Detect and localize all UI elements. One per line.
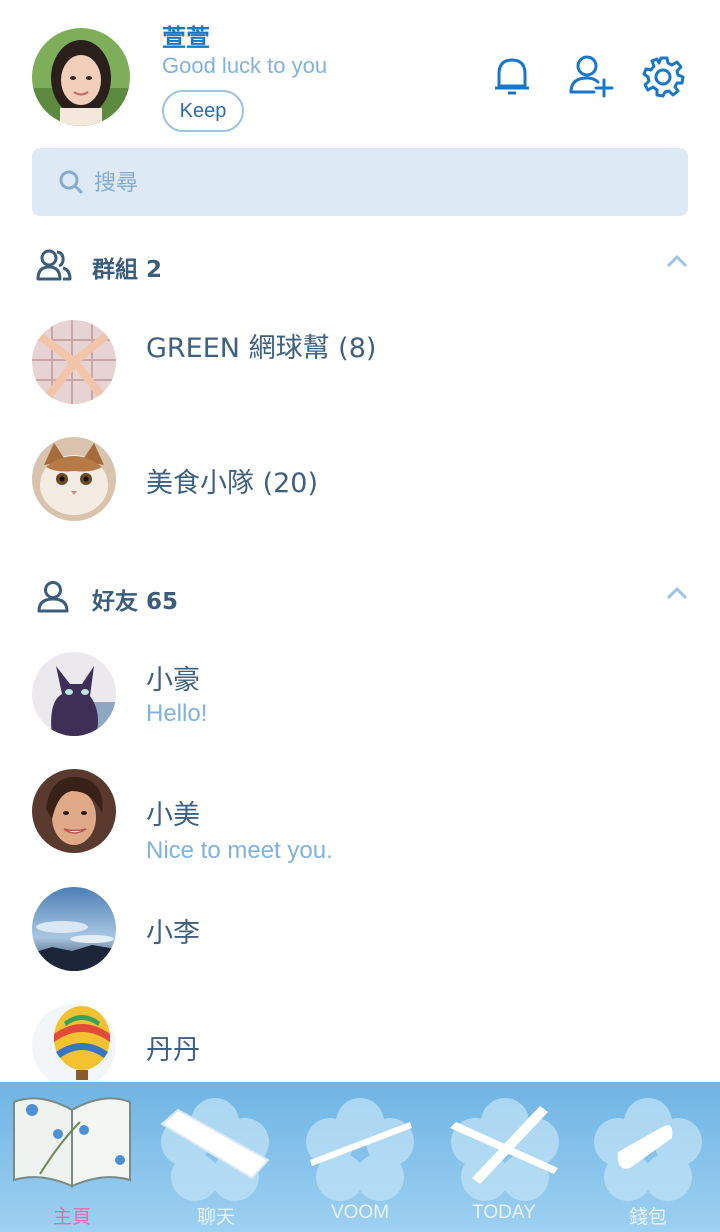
friend-avatar [32,1004,116,1088]
friend-name: 小美 [146,800,200,831]
tab-voom[interactable]: VOOM [288,1082,432,1232]
group-avatar-tennis [32,320,116,404]
group-name: 美食小隊 (20) [146,468,319,499]
friend-avatar [32,887,116,971]
friend-name: 小豪 [146,665,200,696]
tab-label: 主頁 [52,1207,91,1228]
chat-icon [160,1108,270,1180]
bottom-tab-bar: 主頁 聊天 VOOM TODAY 錢包 [0,1082,720,1232]
tab-chat[interactable]: 聊天 [144,1082,288,1232]
friend-avatar [32,652,116,736]
search-bar[interactable] [32,148,688,218]
tab-wallet[interactable]: 錢包 [576,1082,720,1232]
profile-avatar[interactable] [32,28,130,126]
wallet-icon [617,1125,673,1169]
friends-section-header[interactable]: 好友 65 [36,578,688,618]
book-icon [13,1097,131,1188]
friend-avatar [32,769,116,853]
tab-label: VOOM [330,1202,390,1223]
chevron-up-icon[interactable] [666,254,688,268]
chevron-up-icon[interactable] [666,586,688,600]
bell-icon[interactable] [490,54,534,98]
search-input[interactable] [92,148,656,218]
tab-today[interactable]: TODAY [432,1082,576,1232]
tab-home[interactable]: 主頁 [0,1082,144,1232]
friend-row[interactable]: 小李 [0,887,720,971]
groups-section-title: 群組 2 [92,257,163,283]
friends-section-title: 好友 65 [92,589,179,615]
friend-name: 小李 [146,918,200,949]
friend-name: 丹丹 [146,1035,200,1066]
keep-button[interactable]: Keep [162,90,244,132]
group-row-tennis[interactable]: GREEN 網球幫 (8) [0,320,720,404]
tab-label: TODAY [472,1202,536,1223]
voom-icon [310,1122,412,1166]
add-friend-icon[interactable] [568,54,614,98]
groups-section-header[interactable]: 群組 2 [36,246,688,286]
today-icon [450,1106,558,1184]
group-icon [36,249,72,281]
friend-row[interactable]: 丹丹 [0,1004,720,1088]
search-icon [59,170,83,194]
group-name: GREEN 網球幫 (8) [146,333,377,364]
profile-status-message[interactable]: Good luck to you [162,53,327,79]
friend-row[interactable]: 小豪 Hello! [0,652,720,736]
group-avatar-food [32,437,116,521]
friend-status-message: Hello! [146,700,208,727]
gear-icon[interactable] [642,54,686,98]
profile-name: 萱萱 [162,24,210,52]
friend-status-message: Nice to meet you. [146,837,333,864]
tab-label: 錢包 [628,1207,667,1228]
group-row-food[interactable]: 美食小隊 (20) [0,437,720,521]
friend-row[interactable]: 小美 Nice to meet you. [0,769,720,864]
tab-label: 聊天 [196,1207,235,1228]
friend-icon [37,581,69,613]
